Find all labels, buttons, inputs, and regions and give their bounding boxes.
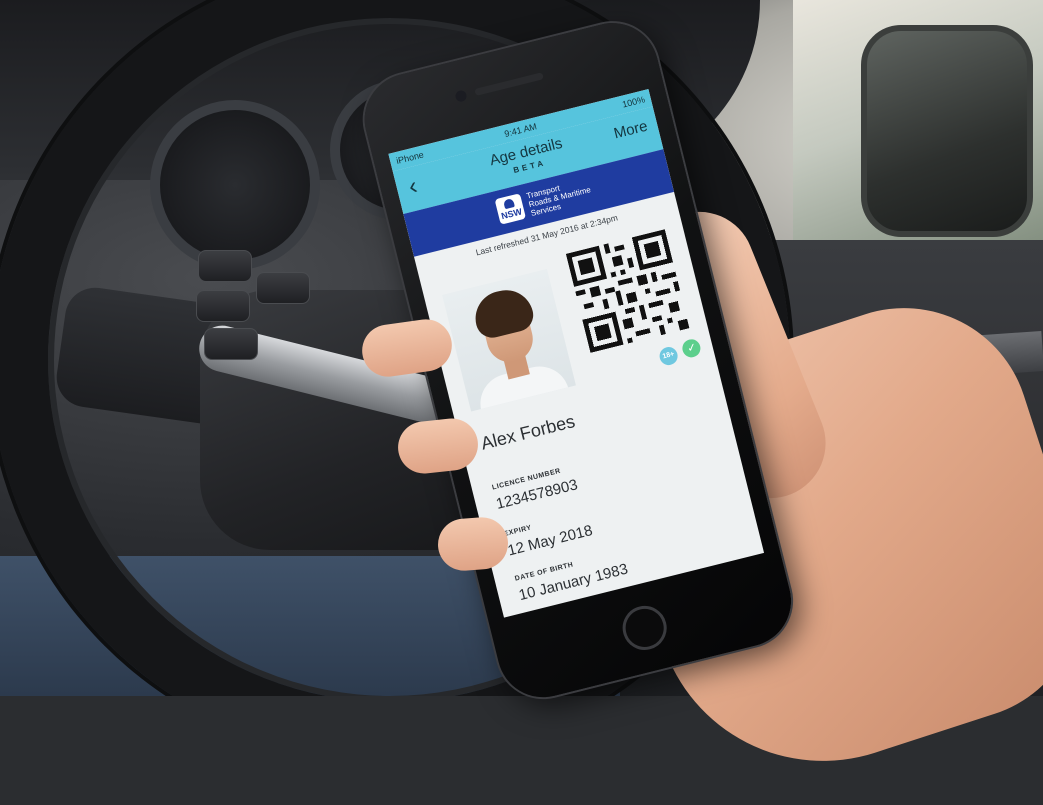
front-camera (454, 89, 468, 103)
steering-button (256, 272, 310, 304)
age-badges: 18+ ✓ (657, 336, 703, 367)
steering-button (198, 250, 252, 282)
logo-text: NSW (500, 206, 523, 222)
nsw-waratah-logo: NSW (494, 193, 527, 225)
brand-name: Transport Roads & Maritime Services (526, 176, 594, 218)
side-mirror (861, 25, 1033, 237)
steering-button (204, 328, 258, 360)
steering-button (196, 290, 250, 322)
earpiece-speaker (474, 72, 544, 96)
holder-name: Alex Forbes (478, 411, 577, 454)
battery-level: 100% (621, 94, 646, 110)
age-18-plus-badge: 18+ (657, 345, 680, 367)
check-icon: ✓ (680, 337, 703, 360)
expiry-label: EXPIRY (503, 524, 533, 539)
licence-photo (442, 268, 576, 412)
home-button[interactable] (617, 601, 672, 655)
qr-code (565, 229, 690, 353)
